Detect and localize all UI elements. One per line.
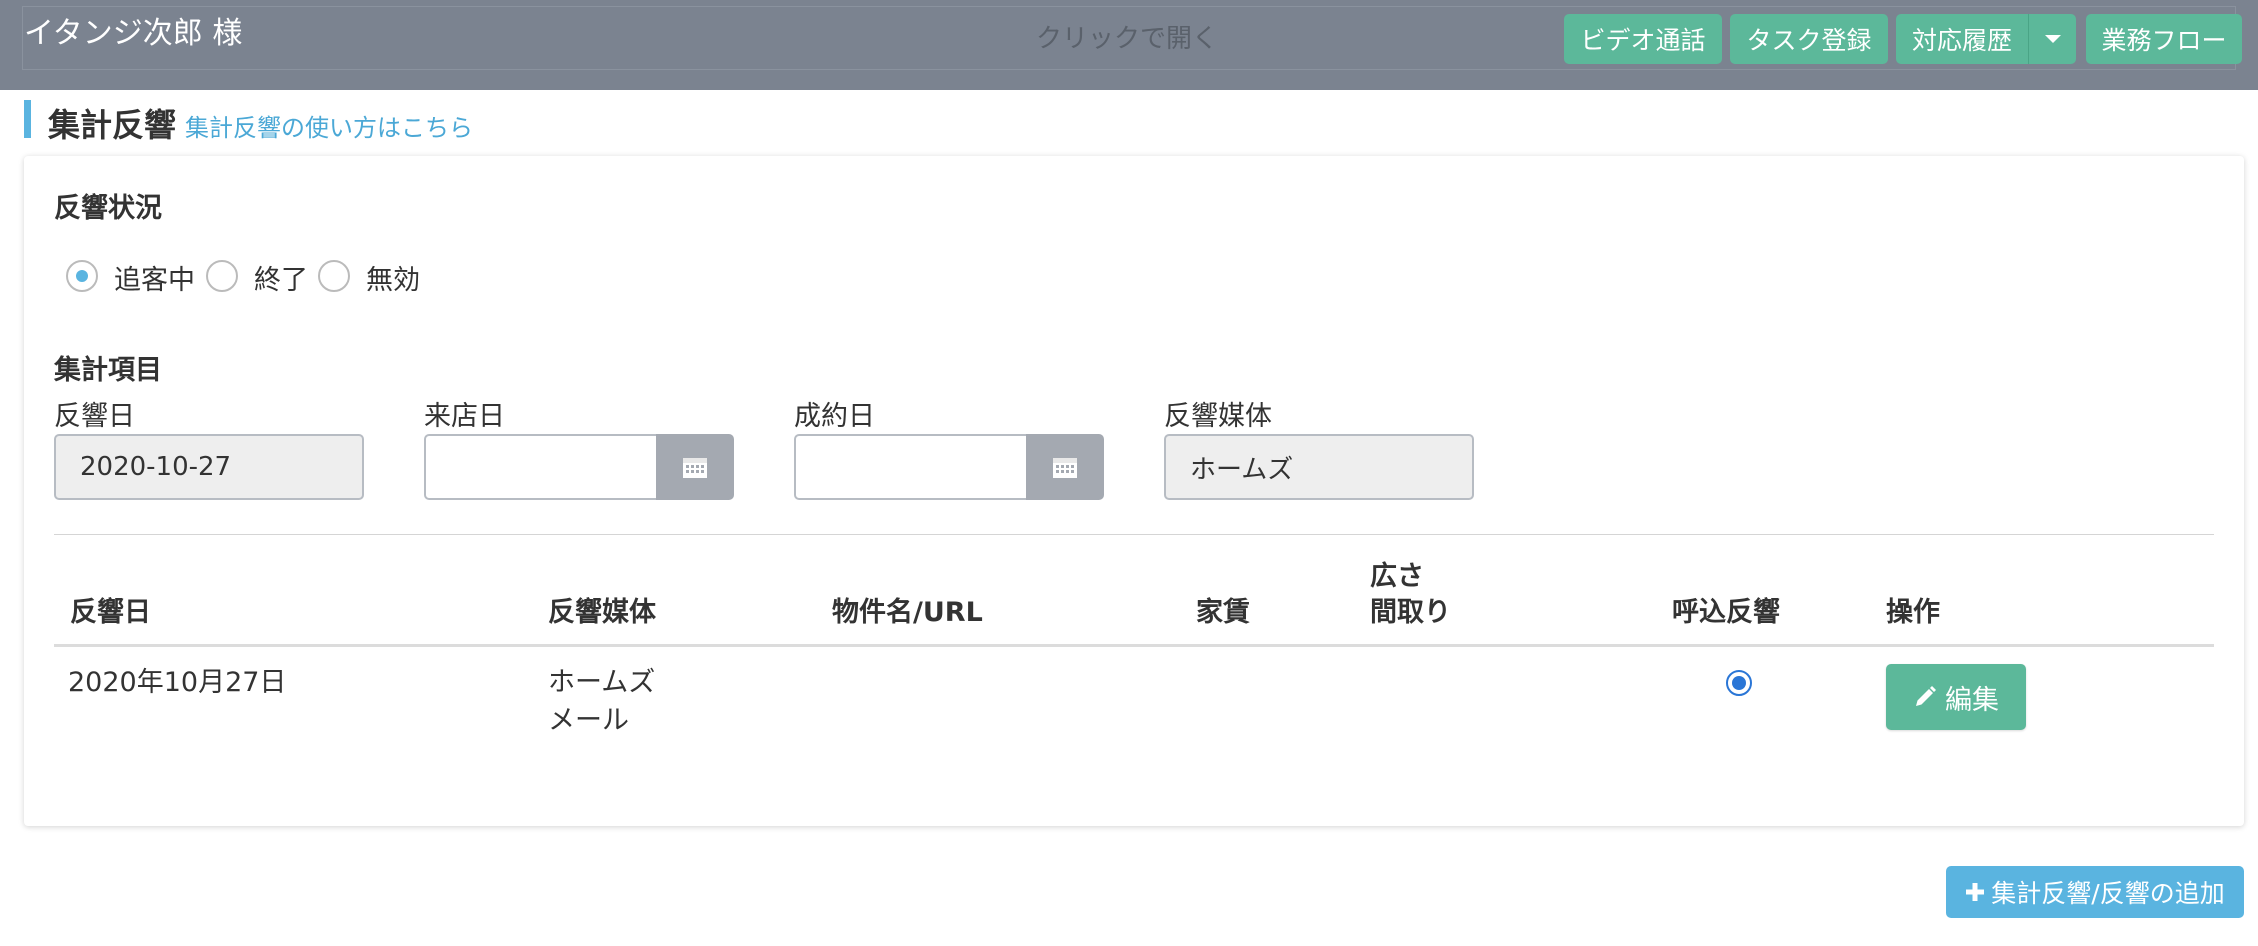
- status-label-ended: 終了: [254, 265, 308, 296]
- edit-button[interactable]: 編集: [1886, 664, 2026, 730]
- th-response-date: 反響日: [70, 597, 151, 628]
- calendar-icon: [1053, 458, 1077, 478]
- status-radio-invalid[interactable]: [318, 260, 350, 292]
- status-radio-following[interactable]: [66, 260, 98, 292]
- section-divider: [54, 534, 2214, 535]
- customer-header-bar: イタンジ次郎 様 クリックで開く ビデオ通話 タスク登録 対応履歴 業務フロー: [0, 0, 2258, 90]
- contract-date-calendar-button[interactable]: [1026, 434, 1104, 500]
- aggregate-heading: 集計項目: [54, 355, 162, 386]
- add-button-label: 集計反響/反響の追加: [1991, 879, 2225, 908]
- video-call-button[interactable]: ビデオ通話: [1564, 14, 1722, 64]
- row-media-type: メール: [548, 705, 629, 736]
- customer-name: イタンジ次郎 様: [24, 16, 243, 51]
- section-title: 集計反響: [48, 106, 177, 144]
- th-layout: 間取り: [1370, 597, 1451, 628]
- section-accent-bar: [24, 100, 31, 138]
- plus-icon: [1966, 883, 1985, 901]
- calendar-icon: [683, 458, 707, 478]
- history-dropdown-toggle[interactable]: [2028, 14, 2076, 64]
- included-radio[interactable]: [1726, 670, 1752, 696]
- media-field: ホームズ: [1164, 434, 1474, 500]
- visit-date-input[interactable]: [424, 434, 658, 500]
- status-label-following: 追客中: [114, 265, 195, 296]
- visit-date-label: 来店日: [424, 401, 505, 432]
- visit-date-calendar-button[interactable]: [656, 434, 734, 500]
- media-label: 反響媒体: [1164, 401, 1272, 432]
- help-link[interactable]: 集計反響の使い方はこちら: [185, 108, 473, 143]
- contract-date-input[interactable]: [794, 434, 1028, 500]
- task-register-button[interactable]: タスク登録: [1730, 14, 1888, 64]
- th-included: 呼込反響: [1672, 597, 1780, 628]
- caret-down-icon: [2044, 35, 2061, 43]
- th-area: 広さ: [1370, 561, 1424, 592]
- status-label-invalid: 無効: [366, 265, 420, 296]
- th-action: 操作: [1886, 597, 1940, 628]
- row-date: 2020年10月27日: [68, 667, 287, 698]
- click-to-open-label[interactable]: クリックで開く: [1036, 18, 1218, 55]
- aggregate-response-card: 反響状況 追客中 終了 無効 集計項目 反響日 2020-10-27 来店日 成…: [24, 156, 2244, 826]
- status-radio-ended[interactable]: [206, 260, 238, 292]
- add-aggregate-response-button[interactable]: 集計反響/反響の追加: [1946, 866, 2244, 918]
- th-media: 反響媒体: [548, 597, 656, 628]
- table-header-line: [54, 644, 2214, 647]
- th-property: 物件名/URL: [832, 597, 983, 628]
- workflow-button[interactable]: 業務フロー: [2086, 14, 2242, 64]
- response-date-field: 2020-10-27: [54, 434, 364, 500]
- th-rent: 家賃: [1196, 597, 1250, 628]
- response-date-label: 反響日: [54, 401, 135, 432]
- status-heading: 反響状況: [54, 193, 162, 224]
- contract-date-label: 成約日: [794, 401, 875, 432]
- history-button[interactable]: 対応履歴: [1896, 14, 2028, 64]
- row-media: ホームズ: [548, 667, 656, 698]
- pencil-icon: [1916, 686, 1936, 706]
- edit-button-label: 編集: [1945, 684, 1999, 716]
